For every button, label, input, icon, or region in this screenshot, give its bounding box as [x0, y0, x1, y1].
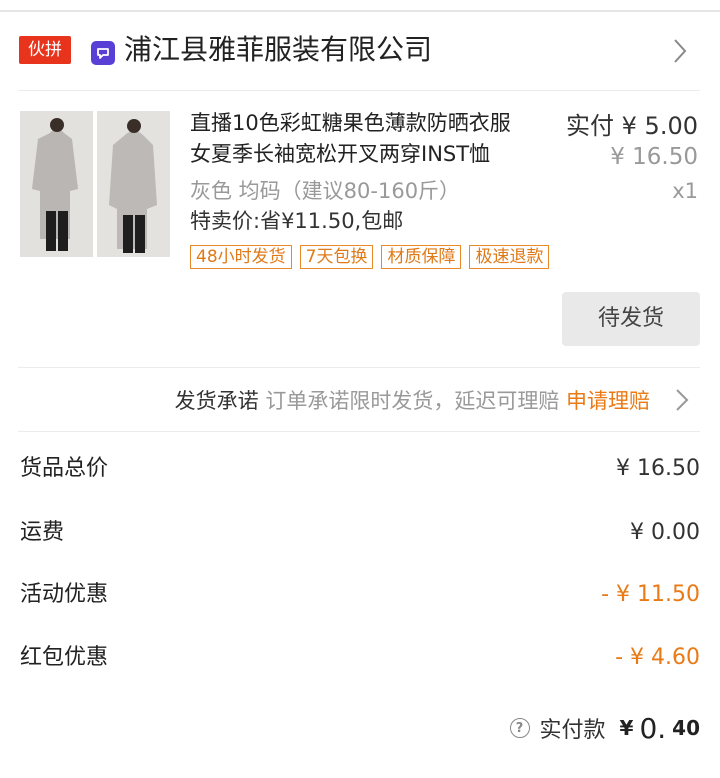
- top-divider: [0, 10, 720, 12]
- product-spec: 灰色 均码（建议80-160斤）: [190, 179, 461, 203]
- total-currency: ¥: [619, 716, 634, 740]
- total-amount-integer: 0.: [639, 711, 667, 745]
- apply-claim-link[interactable]: 申请理赔: [566, 389, 650, 413]
- store-name[interactable]: 浦江县雅菲服装有限公司: [124, 30, 432, 70]
- product-quantity: x1: [672, 179, 698, 203]
- chevron-right-icon[interactable]: [672, 387, 692, 413]
- product-image-front[interactable]: [20, 111, 93, 257]
- fee-row-red-packet-discount: 红包优惠 - ¥ 4.60: [0, 638, 720, 678]
- pending-shipment-button[interactable]: 待发货: [562, 292, 700, 346]
- tag-fast-refund: 极速退款: [469, 245, 550, 269]
- shipping-commitment[interactable]: 发货承诺 订单承诺限时发货，延迟可理赔 申请理赔: [175, 385, 650, 417]
- total-amount-decimal: 40: [672, 716, 700, 740]
- fee-row-shipping: 运费 ¥ 0.00: [0, 513, 720, 553]
- fee-row-goods-total: 货品总价 ¥ 16.50: [0, 449, 720, 489]
- product-image-side[interactable]: [97, 111, 170, 257]
- commitment-desc: 订单承诺限时发货，延迟可理赔: [258, 389, 566, 413]
- fee-row-activity-discount: 活动优惠 - ¥ 11.50: [0, 575, 720, 615]
- original-price: ¥ 16.50: [610, 144, 698, 170]
- help-icon[interactable]: ?: [509, 718, 530, 738]
- fee-label: 货品总价: [20, 456, 109, 481]
- fee-label: 红包优惠: [20, 645, 109, 670]
- shop-logo-icon: [91, 41, 115, 65]
- tag-material-guarantee: 材质保障: [381, 245, 462, 269]
- product-title[interactable]: 直播10色彩虹糖果色薄款防晒衣服 女夏季长袖宽松开叉两穿INST恤: [190, 108, 560, 170]
- paid-price: 实付 ¥ 5.00: [566, 112, 698, 140]
- fee-value: - ¥ 4.60: [615, 645, 700, 670]
- service-tags: 48小时发货 7天包换 材质保障 极速退款: [190, 245, 550, 269]
- divider: [18, 367, 700, 368]
- total-label: 实付款: [539, 718, 606, 743]
- fee-label: 活动优惠: [20, 582, 109, 607]
- chevron-right-icon[interactable]: [668, 38, 692, 64]
- fee-label: 运费: [20, 520, 65, 545]
- fee-value: - ¥ 11.50: [601, 582, 700, 607]
- fee-value: ¥ 0.00: [630, 520, 700, 545]
- group-buy-badge: 伙拼: [19, 36, 71, 64]
- divider: [18, 90, 700, 91]
- total-paid: ? 实付款 ¥ 0. 40: [509, 708, 700, 748]
- tag-48h-shipping: 48小时发货: [190, 245, 292, 269]
- commitment-label: 发货承诺: [174, 389, 259, 413]
- product-title-line2: 女夏季长袖宽松开叉两穿INST恤: [190, 142, 491, 166]
- product-title-line1: 直播10色彩虹糖果色薄款防晒衣服: [190, 111, 511, 135]
- divider: [18, 431, 700, 432]
- promo-price-text: 特卖价:省¥11.50,包邮: [190, 209, 404, 233]
- fee-value: ¥ 16.50: [616, 456, 700, 481]
- tag-7day-exchange: 7天包换: [299, 245, 374, 269]
- store-header[interactable]: 伙拼 浦江县雅菲服装有限公司: [0, 24, 720, 80]
